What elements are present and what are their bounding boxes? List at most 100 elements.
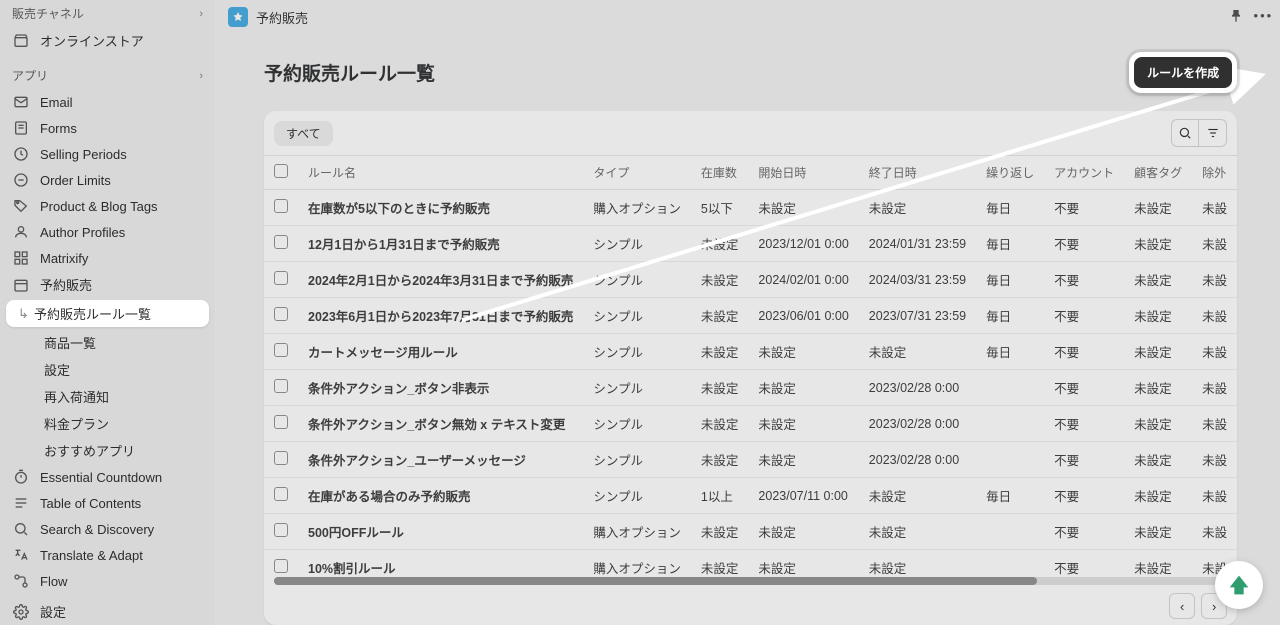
cell-account: 不要: [1044, 514, 1124, 550]
row-checkbox[interactable]: [274, 487, 288, 501]
sidebar-item-matrixify[interactable]: Matrixify: [0, 245, 215, 271]
cell-repeat: 毎日: [976, 226, 1044, 262]
row-checkbox[interactable]: [274, 451, 288, 465]
cell-exclude: 未設: [1192, 334, 1237, 370]
sidebar-item-author-profiles[interactable]: Author Profiles: [0, 219, 215, 245]
sidebar-item-email[interactable]: Email: [0, 89, 215, 115]
sidebar-item-forms[interactable]: Forms: [0, 115, 215, 141]
row-checkbox[interactable]: [274, 379, 288, 393]
column-header[interactable]: 除外: [1192, 156, 1237, 190]
column-header[interactable]: 顧客タグ: [1124, 156, 1192, 190]
table-row[interactable]: 10%割引ルール購入オプション未設定未設定未設定不要未設定未設: [264, 550, 1237, 576]
cell-type: シンプル: [583, 442, 691, 478]
cell-stock: 未設定: [691, 226, 749, 262]
sidebar-item-flow[interactable]: Flow: [0, 568, 215, 594]
sidebar-item-table-of-contents[interactable]: Table of Contents: [0, 490, 215, 516]
form-icon: [12, 119, 30, 137]
more-icon[interactable]: •••: [1254, 8, 1274, 27]
column-header[interactable]: 開始日時: [748, 156, 858, 190]
limit-icon: [12, 171, 30, 189]
cell-name: 在庫数が5以下のときに予約販売: [298, 190, 583, 226]
sidebar-subitem[interactable]: 料金プラン: [0, 410, 215, 437]
cell-start: 未設定: [748, 406, 858, 442]
sidebar-item-label: 料金プラン: [44, 414, 109, 433]
column-header[interactable]: ルール名: [298, 156, 583, 190]
apps-header[interactable]: アプリ ›: [0, 62, 215, 89]
cell-end: 2023/02/28 0:00: [859, 442, 976, 478]
row-checkbox[interactable]: [274, 307, 288, 321]
cell-end: 未設定: [859, 334, 976, 370]
table-row[interactable]: カートメッセージ用ルールシンプル未設定未設定未設定毎日不要未設定未設: [264, 334, 1237, 370]
sidebar-item-order-limits[interactable]: Order Limits: [0, 167, 215, 193]
tab-all[interactable]: すべて: [274, 121, 333, 146]
search-icon-button[interactable]: [1171, 119, 1199, 147]
sidebar-item-settings[interactable]: 設定: [0, 598, 215, 625]
cell-stock: 未設定: [691, 514, 749, 550]
row-checkbox[interactable]: [274, 199, 288, 213]
column-header[interactable]: タイプ: [583, 156, 691, 190]
chat-widget[interactable]: [1215, 561, 1263, 609]
cell-name: 2023年6月1日から2023年7月31日まで予約販売: [298, 298, 583, 334]
sidebar-item-translate-adapt[interactable]: Translate & Adapt: [0, 542, 215, 568]
channels-header[interactable]: 販売チャネル ›: [0, 0, 215, 27]
cell-start: 未設定: [748, 370, 858, 406]
column-header[interactable]: 在庫数: [691, 156, 749, 190]
table-row[interactable]: 在庫数が5以下のときに予約販売購入オプション5以下未設定未設定毎日不要未設定未設: [264, 190, 1237, 226]
table-row[interactable]: 500円OFFルール購入オプション未設定未設定未設定不要未設定未設: [264, 514, 1237, 550]
row-checkbox[interactable]: [274, 523, 288, 537]
cell-exclude: 未設: [1192, 406, 1237, 442]
table-row[interactable]: 条件外アクション_ボタン非表示シンプル未設定未設定2023/02/28 0:00…: [264, 370, 1237, 406]
row-checkbox[interactable]: [274, 559, 288, 573]
row-checkbox[interactable]: [274, 415, 288, 429]
chevron-right-icon: ›: [199, 8, 203, 20]
sidebar-item-search-discovery[interactable]: Search & Discovery: [0, 516, 215, 542]
table-row[interactable]: 2023年6月1日から2023年7月31日まで予約販売シンプル未設定2023/0…: [264, 298, 1237, 334]
table-row[interactable]: 2024年2月1日から2024年3月31日まで予約販売シンプル未設定2024/0…: [264, 262, 1237, 298]
sidebar-item-selling-periods[interactable]: Selling Periods: [0, 141, 215, 167]
cell-start: 未設定: [748, 442, 858, 478]
column-header[interactable]: 繰り返し: [976, 156, 1044, 190]
trans-icon: [12, 546, 30, 564]
sidebar-item-label: 設定: [44, 360, 70, 379]
table-row[interactable]: 条件外アクション_ボタン無効 x テキスト変更シンプル未設定未設定2023/02…: [264, 406, 1237, 442]
prev-page-button[interactable]: ‹: [1169, 593, 1195, 619]
sidebar-item-essential-countdown[interactable]: Essential Countdown: [0, 464, 215, 490]
pin-icon[interactable]: [1228, 8, 1244, 27]
row-checkbox[interactable]: [274, 235, 288, 249]
sidebar-item--[interactable]: 予約販売: [0, 271, 215, 298]
column-header[interactable]: アカウント: [1044, 156, 1124, 190]
filter-icon-button[interactable]: [1199, 119, 1227, 147]
cell-type: シンプル: [583, 406, 691, 442]
sidebar-item-label: 再入荷通知: [44, 387, 109, 406]
cell-start: 未設定: [748, 550, 858, 576]
column-header[interactable]: 終了日時: [859, 156, 976, 190]
sidebar-item-label: Product & Blog Tags: [40, 199, 158, 214]
cell-name: 10%割引ルール: [298, 550, 583, 576]
sidebar-subitem[interactable]: 設定: [0, 356, 215, 383]
cell-tag: 未設定: [1124, 298, 1192, 334]
sidebar-subitem[interactable]: 商品一覧: [0, 329, 215, 356]
cell-exclude: 未設: [1192, 478, 1237, 514]
toc-icon: [12, 494, 30, 512]
cell-stock: 1以上: [691, 478, 749, 514]
table-row[interactable]: 条件外アクション_ユーザーメッセージシンプル未設定未設定2023/02/28 0…: [264, 442, 1237, 478]
sidebar-subitem[interactable]: 予約販売ルール一覧: [6, 300, 209, 327]
create-rule-button[interactable]: ルールを作成: [1134, 57, 1232, 88]
cell-repeat: [976, 370, 1044, 406]
cell-repeat: 毎日: [976, 298, 1044, 334]
sidebar-item-product-blog-tags[interactable]: Product & Blog Tags: [0, 193, 215, 219]
sidebar-subitem[interactable]: おすすめアプリ: [0, 437, 215, 464]
page-title: 予約販売ルール一覧: [264, 59, 435, 86]
table-row[interactable]: 在庫がある場合のみ予約販売シンプル1以上2023/07/11 0:00未設定毎日…: [264, 478, 1237, 514]
cell-exclude: 未設: [1192, 298, 1237, 334]
table-row[interactable]: 12月1日から1月31日まで予約販売シンプル未設定2023/12/01 0:00…: [264, 226, 1237, 262]
row-checkbox[interactable]: [274, 343, 288, 357]
row-checkbox[interactable]: [274, 271, 288, 285]
cell-type: 購入オプション: [583, 514, 691, 550]
select-all-checkbox[interactable]: [274, 164, 288, 178]
cell-account: 不要: [1044, 478, 1124, 514]
cell-end: 未設定: [859, 478, 976, 514]
sidebar-item-online-store[interactable]: オンラインストア: [0, 27, 215, 54]
sidebar-subitem[interactable]: 再入荷通知: [0, 383, 215, 410]
horizontal-scrollbar[interactable]: [274, 577, 1227, 585]
